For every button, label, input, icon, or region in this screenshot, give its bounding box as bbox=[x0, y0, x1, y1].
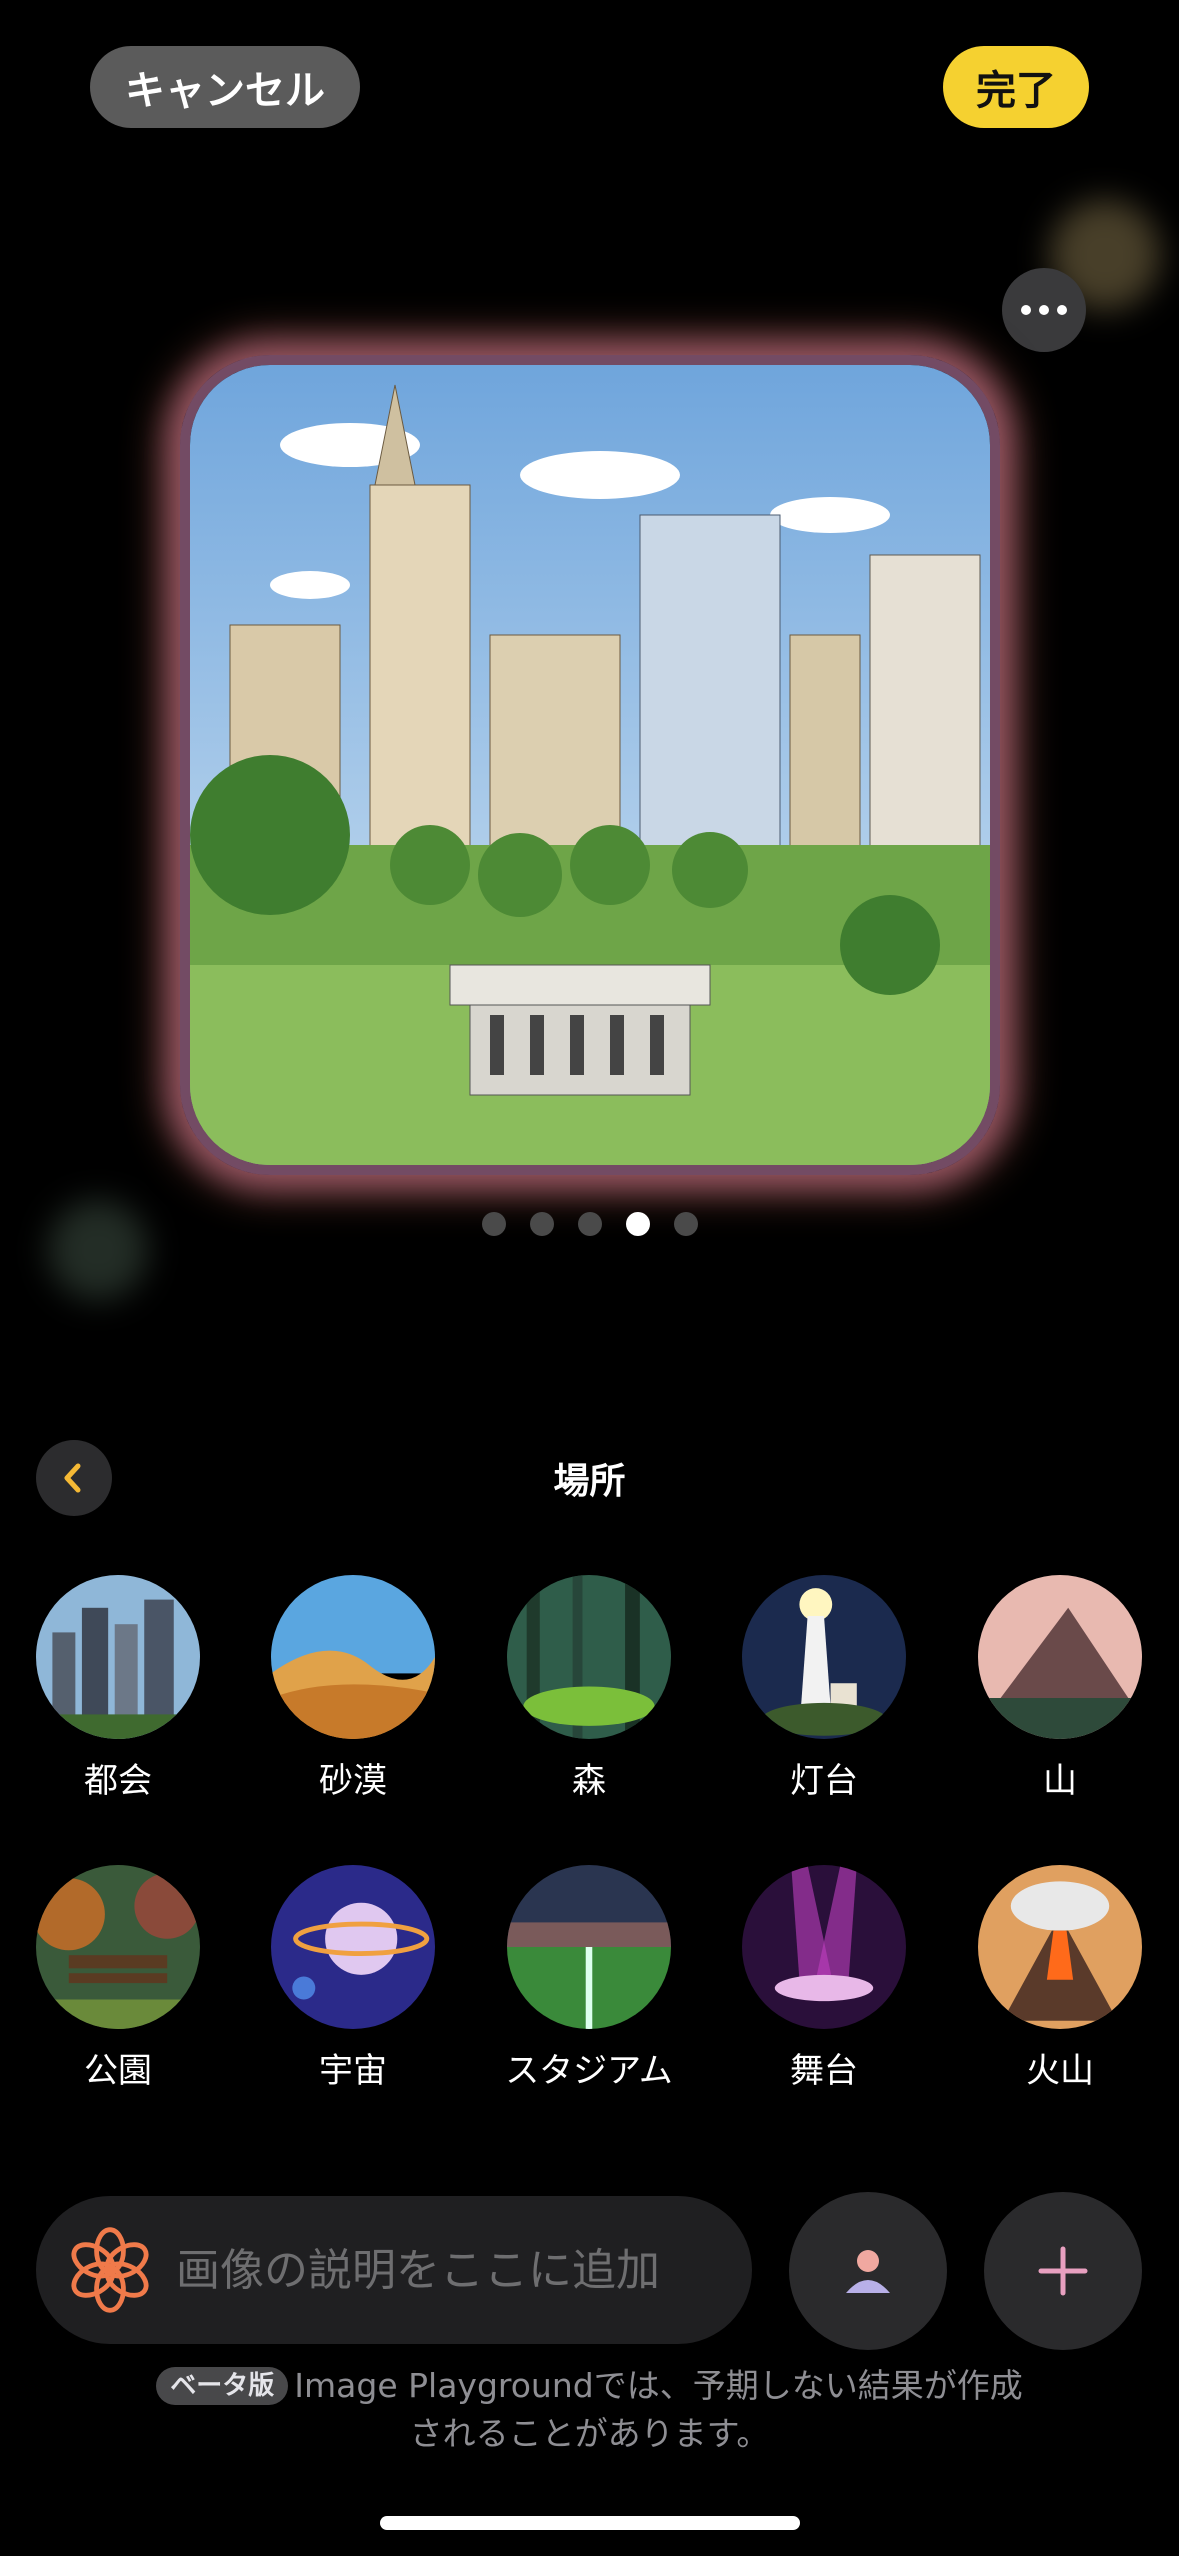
category-grid: 都会 砂漠 森 灯台 山 公園 宇宙 スタジアム 舞台 火山 bbox=[0, 1575, 1179, 2155]
ellipsis-icon bbox=[1021, 305, 1031, 315]
mountain-thumbnail bbox=[978, 1575, 1142, 1739]
page-dot-active[interactable] bbox=[625, 1212, 650, 1236]
category-stadium[interactable]: スタジアム bbox=[489, 1865, 689, 2092]
stage-thumbnail bbox=[742, 1865, 906, 2029]
category-label: 灯台 bbox=[790, 1761, 858, 1801]
category-label: 火山 bbox=[1026, 2051, 1094, 2091]
space-thumbnail bbox=[271, 1865, 435, 2029]
category-label: 舞台 bbox=[790, 2051, 858, 2091]
category-mountain[interactable]: 山 bbox=[960, 1575, 1160, 1802]
generated-image[interactable] bbox=[180, 355, 1000, 1175]
stadium-thumbnail bbox=[507, 1865, 671, 2029]
category-space[interactable]: 宇宙 bbox=[253, 1865, 453, 2092]
page-dot[interactable] bbox=[577, 1212, 602, 1236]
home-indicator[interactable] bbox=[380, 2516, 800, 2530]
city-illustration bbox=[190, 365, 990, 1165]
beta-disclaimer: ベータ版 Image Playgroundでは、予期しない結果が作成 されることが… bbox=[0, 2362, 1179, 2458]
category-label: 都会 bbox=[84, 1761, 152, 1801]
disclaimer-line-1: Image Playgroundでは、予期しない結果が作成 bbox=[294, 2366, 1023, 2405]
more-options-button[interactable] bbox=[1002, 268, 1086, 352]
city-thumbnail bbox=[36, 1575, 200, 1739]
done-button[interactable]: 完了 bbox=[943, 46, 1089, 128]
category-label: 砂漠 bbox=[319, 1761, 387, 1801]
page-indicator[interactable] bbox=[0, 1212, 1179, 1236]
category-label: 森 bbox=[572, 1761, 606, 1801]
prompt-bar[interactable] bbox=[36, 2196, 752, 2344]
category-row: 都会 砂漠 森 灯台 山 bbox=[0, 1575, 1179, 1865]
cancel-button[interactable]: キャンセル bbox=[90, 46, 360, 128]
category-volcano[interactable]: 火山 bbox=[960, 1865, 1160, 2092]
category-row: 公園 宇宙 スタジアム 舞台 火山 bbox=[0, 1865, 1179, 2155]
category-label: 公園 bbox=[84, 2051, 152, 2091]
category-label: 宇宙 bbox=[319, 2051, 387, 2091]
disclaimer-line-2: されることがあります。 bbox=[409, 2414, 770, 2453]
category-stage[interactable]: 舞台 bbox=[724, 1865, 924, 2092]
category-label: 山 bbox=[1043, 1761, 1077, 1801]
desert-thumbnail bbox=[271, 1575, 435, 1739]
plus-icon bbox=[1038, 2246, 1088, 2296]
page-dot[interactable] bbox=[481, 1212, 506, 1236]
add-person-button[interactable] bbox=[789, 2192, 947, 2350]
category-forest[interactable]: 森 bbox=[489, 1575, 689, 1802]
category-lighthouse[interactable]: 灯台 bbox=[724, 1575, 924, 1802]
category-desert[interactable]: 砂漠 bbox=[253, 1575, 453, 1802]
section-title: 場所 bbox=[553, 1461, 626, 1502]
prompt-input[interactable] bbox=[176, 2244, 752, 2296]
page-dot[interactable] bbox=[673, 1212, 698, 1236]
category-label: スタジアム bbox=[505, 2051, 673, 2091]
page-dot[interactable] bbox=[529, 1212, 554, 1236]
forest-thumbnail bbox=[507, 1575, 671, 1739]
volcano-thumbnail bbox=[978, 1865, 1142, 2029]
category-park[interactable]: 公園 bbox=[18, 1865, 218, 2092]
person-icon bbox=[846, 2250, 890, 2293]
image-playground-screen: キャンセル 完了 場所 都会 砂漠 森 灯台 山 公園 宇宙 スタジアム 舞台 … bbox=[0, 0, 1179, 2556]
beta-badge: ベータ版 bbox=[156, 2367, 289, 2405]
lighthouse-thumbnail bbox=[742, 1575, 906, 1739]
add-button[interactable] bbox=[984, 2192, 1142, 2350]
park-thumbnail bbox=[36, 1865, 200, 2029]
category-city[interactable]: 都会 bbox=[18, 1575, 218, 1802]
image-playground-icon bbox=[71, 2227, 149, 2313]
